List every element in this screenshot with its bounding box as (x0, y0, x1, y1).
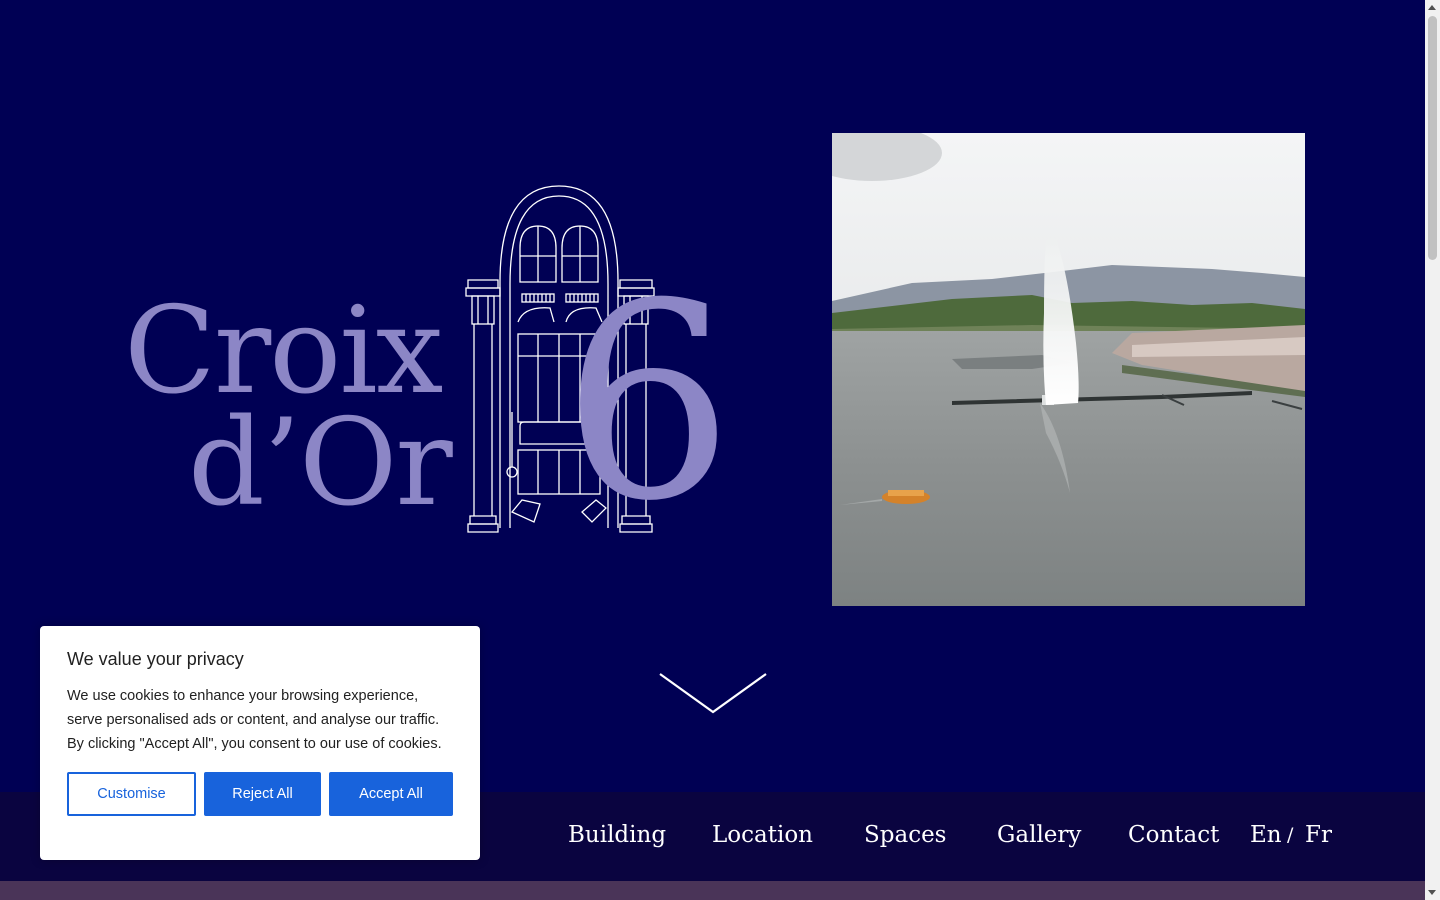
page-scrollbar[interactable] (1425, 0, 1440, 900)
cookie-description: We use cookies to enhance your browsing … (67, 688, 442, 752)
next-section-strip (0, 881, 1425, 900)
scroll-down-chevron-icon[interactable] (658, 670, 768, 716)
nav-link-location[interactable]: Location (712, 820, 813, 850)
reject-all-button[interactable]: Reject All (204, 772, 321, 816)
accept-all-button[interactable]: Accept All (329, 772, 453, 816)
logo-word-dor: d’Or (188, 394, 453, 533)
cookie-title: We value your privacy (67, 649, 244, 669)
lang-switch-en[interactable]: En (1250, 820, 1282, 850)
nav-link-spaces[interactable]: Spaces (864, 820, 947, 850)
nav-link-building[interactable]: Building (568, 820, 666, 850)
cookie-consent-banner: We value your privacy We use cookies to … (40, 626, 480, 860)
lang-switch-fr[interactable]: Fr (1305, 820, 1332, 850)
lang-separator: / (1287, 824, 1294, 846)
scroll-up-arrow-icon[interactable] (1428, 5, 1436, 10)
customise-button[interactable]: Customise (67, 772, 196, 816)
hero-photo-jet-deau (832, 133, 1305, 606)
scrollbar-thumb[interactable] (1428, 16, 1437, 260)
logo-numeral-six: 6 (562, 245, 734, 560)
nav-link-gallery[interactable]: Gallery (997, 820, 1081, 850)
cookie-button-row: Customise Reject All Accept All (67, 772, 454, 816)
scroll-down-arrow-icon[interactable] (1428, 890, 1436, 895)
nav-link-contact[interactable]: Contact (1128, 820, 1219, 850)
